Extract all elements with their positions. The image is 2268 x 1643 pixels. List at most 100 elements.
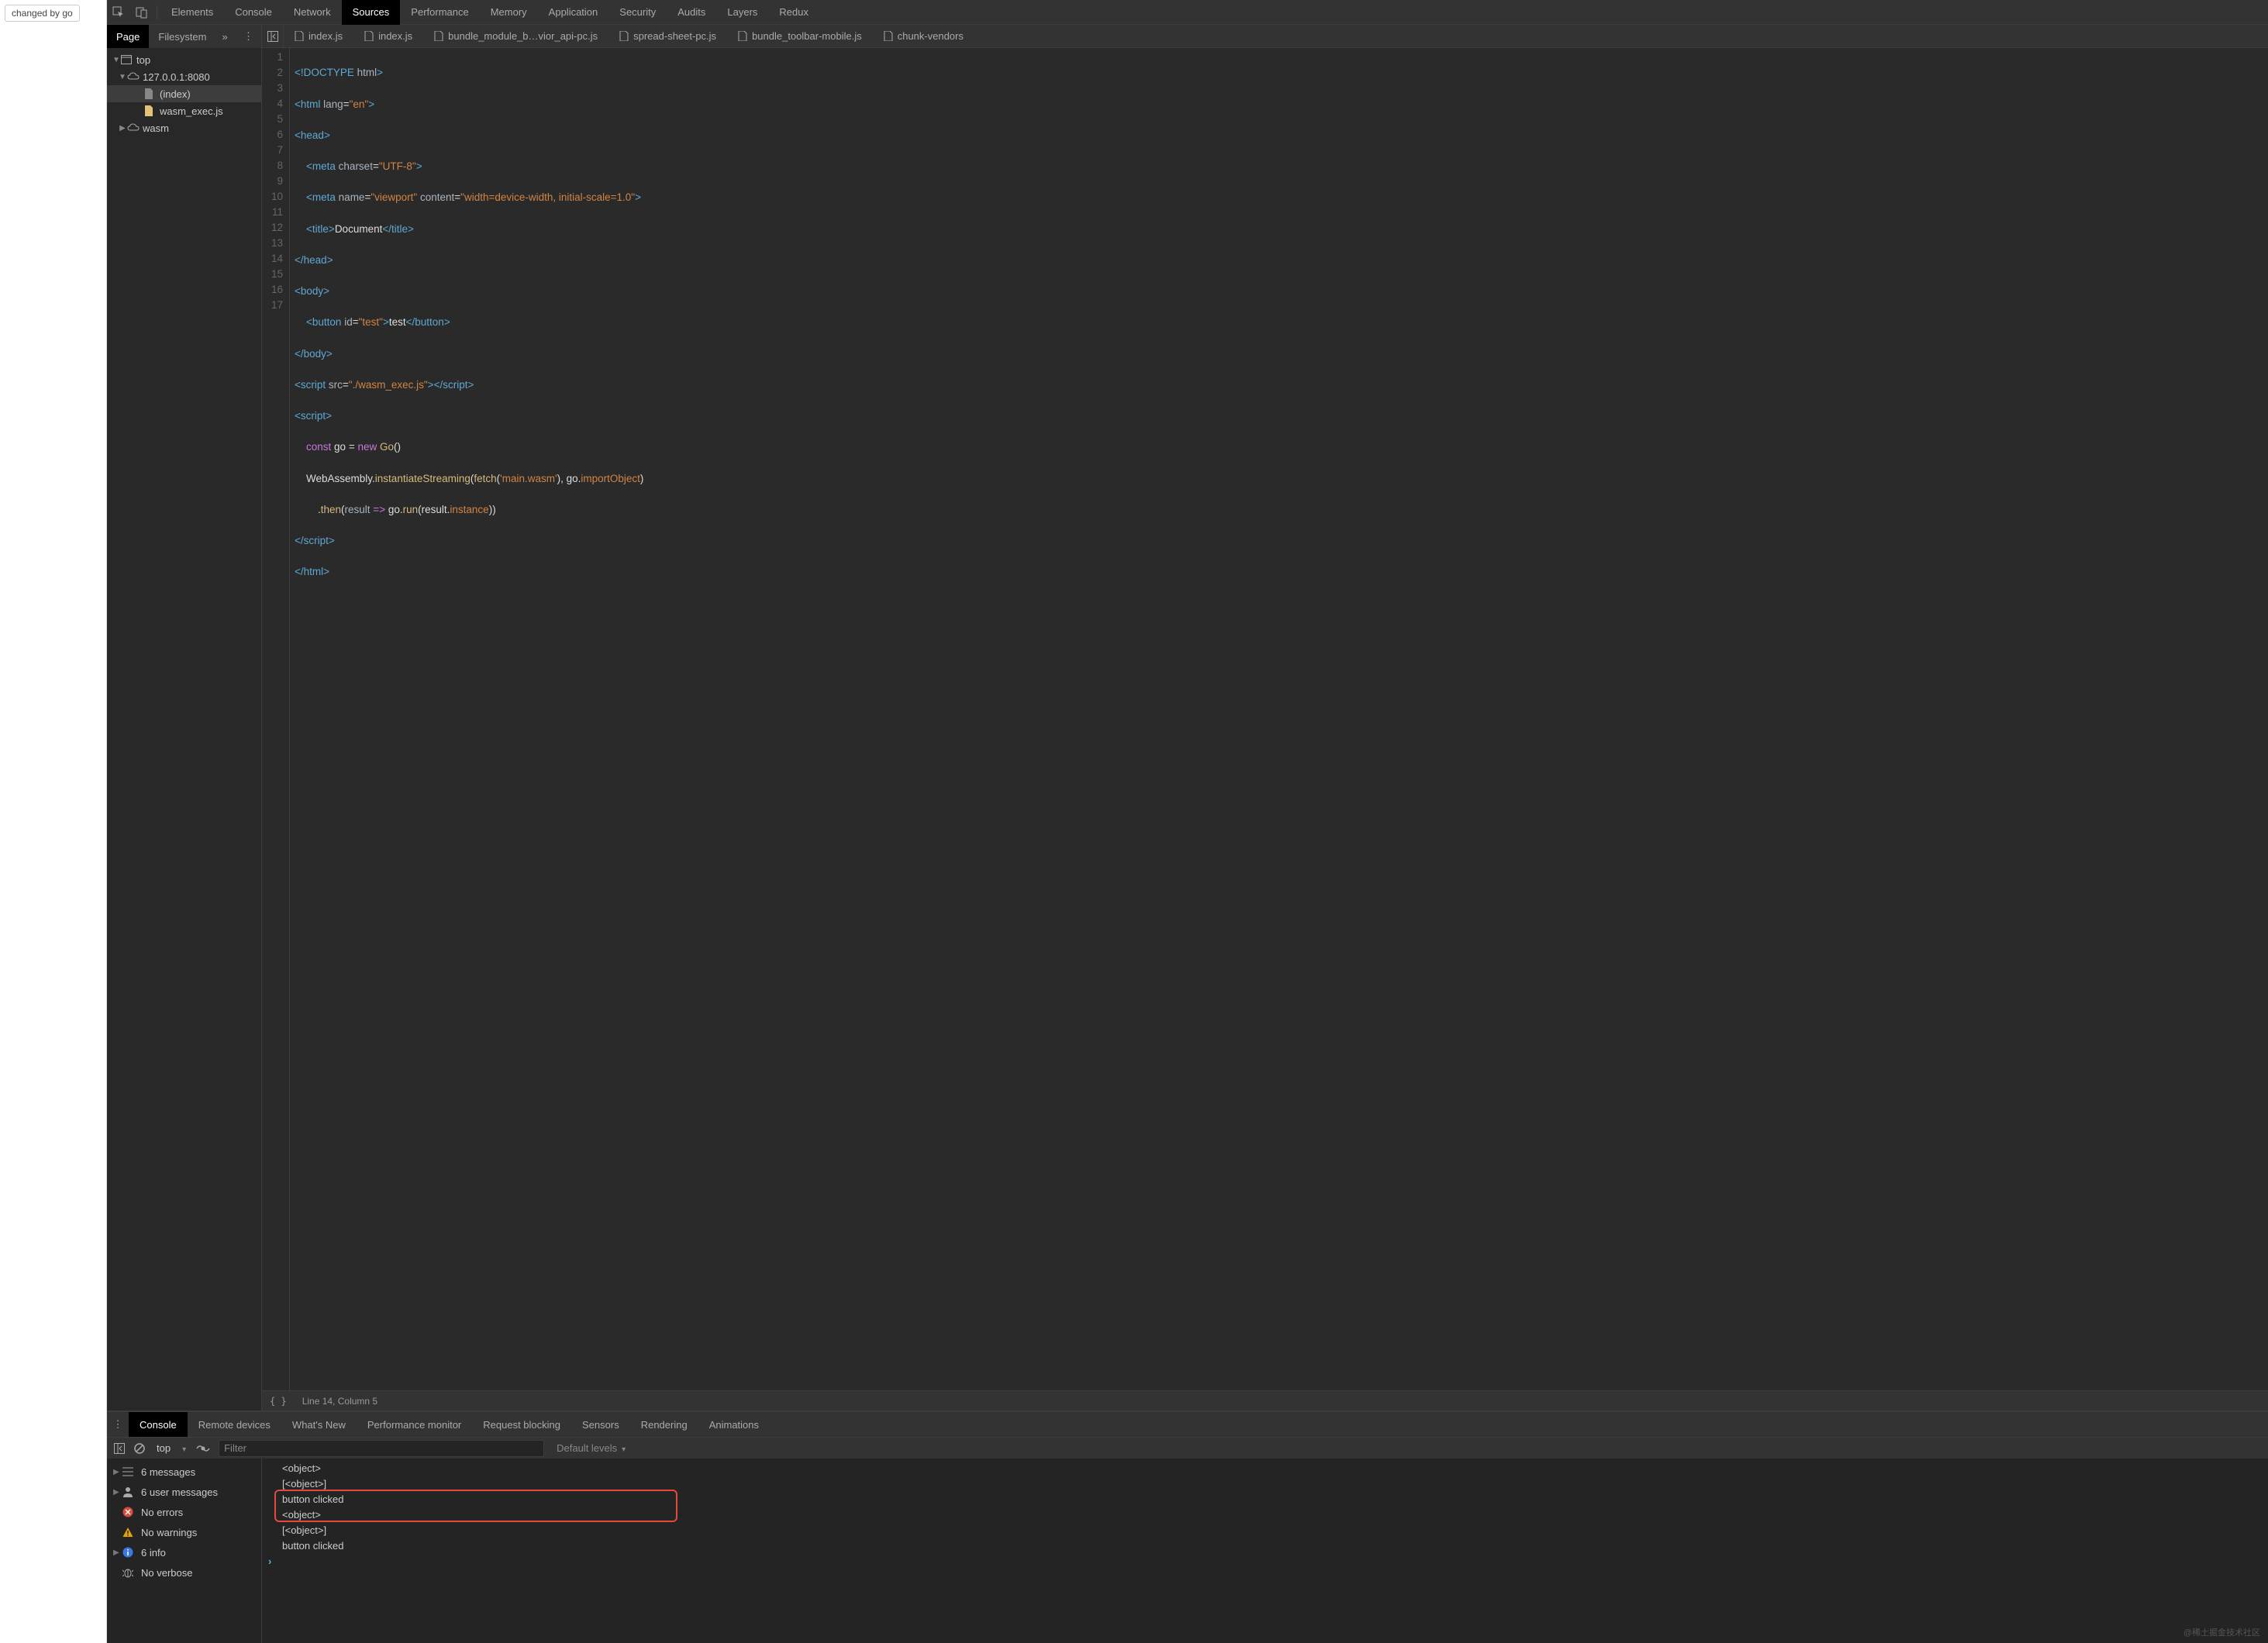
drawer-tab-animations[interactable]: Animations <box>698 1412 770 1437</box>
drawer-tab-request-blocking[interactable]: Request blocking <box>472 1412 571 1437</box>
file-icon <box>619 31 629 41</box>
user-icon <box>122 1486 138 1497</box>
devtools-main-tabs: ElementsConsoleNetworkSourcesPerformance… <box>107 0 2268 25</box>
drawer-tab-sensors[interactable]: Sensors <box>571 1412 630 1437</box>
console-sidebar: ▶6 messages▶6 user messagesNo errorsNo w… <box>107 1459 262 1643</box>
clear-console-icon[interactable] <box>130 1439 149 1458</box>
file-icon <box>884 31 893 41</box>
main-tab-application[interactable]: Application <box>538 0 609 25</box>
main-tab-redux[interactable]: Redux <box>768 0 819 25</box>
code-content: <!DOCTYPE html> <html lang="en"> <head> … <box>290 48 2268 1390</box>
list-icon <box>122 1467 138 1476</box>
debug-icon <box>122 1567 138 1578</box>
info-icon <box>122 1547 138 1558</box>
console-filter-input[interactable]: Filter <box>219 1440 544 1457</box>
cursor-position: Line 14, Column 5 <box>302 1396 377 1407</box>
live-expression-icon[interactable] <box>194 1439 212 1458</box>
editor-tab[interactable]: bundle_module_b…vior_api-pc.js <box>423 25 608 48</box>
drawer-tab-console[interactable]: Console <box>129 1412 188 1437</box>
js-file-icon <box>144 105 158 116</box>
main-tab-memory[interactable]: Memory <box>480 0 538 25</box>
cloud-icon <box>127 123 141 133</box>
error-icon <box>122 1507 138 1517</box>
console-messages[interactable]: <object>[<object>]button clicked<object>… <box>262 1459 2268 1643</box>
tree-label: wasm_exec.js <box>160 105 223 117</box>
drawer-tab-performance-monitor[interactable]: Performance monitor <box>357 1412 472 1437</box>
file-icon <box>295 31 304 41</box>
navigator-more-icon[interactable]: ⋮ <box>236 30 261 43</box>
console-prompt[interactable]: › <box>262 1553 2268 1569</box>
file-tree: ▼ top ▼ 127.0.0.1:8080 <box>107 48 261 1410</box>
tree-label: wasm <box>143 122 169 134</box>
inspect-icon[interactable] <box>107 0 130 25</box>
line-gutter: 1234567891011121314151617 <box>262 48 290 1390</box>
file-icon <box>144 88 158 99</box>
main-tab-console[interactable]: Console <box>224 0 283 25</box>
console-message[interactable]: <object> <box>262 1460 2268 1476</box>
console-message[interactable]: button clicked <box>262 1538 2268 1553</box>
tree-wasm-folder[interactable]: ▶ wasm <box>107 119 261 136</box>
tree-wasm-exec[interactable]: wasm_exec.js <box>107 102 261 119</box>
pretty-print-icon[interactable]: { } <box>270 1396 287 1407</box>
tree-label: 127.0.0.1:8080 <box>143 71 210 83</box>
console-message[interactable]: button clicked <box>262 1491 2268 1507</box>
watermark: @稀土掘金技术社区 <box>2184 1626 2260 1638</box>
console-sidebar-item[interactable]: ▶6 info <box>107 1542 261 1562</box>
cloud-icon <box>127 72 141 81</box>
editor-tab[interactable]: index.js <box>284 25 353 48</box>
sources-navigator: Page Filesystem » ⋮ ▼ top ▼ <box>107 25 262 1410</box>
test-button[interactable]: changed by go <box>5 5 80 22</box>
log-levels-select[interactable]: Default levels <box>550 1442 632 1454</box>
editor-tab[interactable]: index.js <box>353 25 423 48</box>
tree-host[interactable]: ▼ 127.0.0.1:8080 <box>107 68 261 85</box>
toggle-sidebar-icon[interactable] <box>110 1439 129 1458</box>
editor-tab[interactable]: chunk-vendors <box>873 25 974 48</box>
code-editor[interactable]: 1234567891011121314151617 <!DOCTYPE html… <box>262 48 2268 1390</box>
console-sidebar-item[interactable]: No warnings <box>107 1522 261 1542</box>
console-drawer: ⋮ ConsoleRemote devicesWhat's NewPerform… <box>107 1410 2268 1643</box>
context-dropdown-icon[interactable] <box>180 1442 186 1454</box>
file-icon <box>364 31 374 41</box>
drawer-tabs: ⋮ ConsoleRemote devicesWhat's NewPerform… <box>107 1412 2268 1437</box>
file-icon <box>738 31 747 41</box>
warn-icon <box>122 1527 138 1538</box>
console-message[interactable]: <object> <box>262 1507 2268 1522</box>
console-sidebar-item[interactable]: No verbose <box>107 1562 261 1583</box>
file-icon <box>434 31 443 41</box>
drawer-more-icon[interactable]: ⋮ <box>107 1418 129 1431</box>
window-icon <box>121 55 135 64</box>
console-sidebar-item[interactable]: ▶6 user messages <box>107 1482 261 1502</box>
main-tab-performance[interactable]: Performance <box>400 0 479 25</box>
editor-tabs: index.jsindex.jsbundle_module_b…vior_api… <box>262 25 2268 48</box>
console-sidebar-item[interactable]: ▶6 messages <box>107 1462 261 1482</box>
console-message[interactable]: [<object>] <box>262 1476 2268 1491</box>
drawer-tab-rendering[interactable]: Rendering <box>630 1412 698 1437</box>
editor-tab[interactable]: bundle_toolbar-mobile.js <box>727 25 873 48</box>
devtools-panel: ElementsConsoleNetworkSourcesPerformance… <box>107 0 2268 1643</box>
main-tab-audits[interactable]: Audits <box>667 0 716 25</box>
main-tab-network[interactable]: Network <box>283 0 342 25</box>
more-tabs-chevron-icon[interactable]: » <box>216 31 234 43</box>
tab-filesystem[interactable]: Filesystem <box>149 25 215 48</box>
toggle-navigator-icon[interactable] <box>262 25 284 48</box>
tree-label: top <box>136 54 150 66</box>
drawer-tab-what-s-new[interactable]: What's New <box>281 1412 357 1437</box>
console-toolbar: top Filter Default levels <box>107 1437 2268 1459</box>
main-tab-elements[interactable]: Elements <box>160 0 224 25</box>
editor-panel: index.jsindex.jsbundle_module_b…vior_api… <box>262 25 2268 1410</box>
editor-tab[interactable]: spread-sheet-pc.js <box>608 25 727 48</box>
main-tab-security[interactable]: Security <box>608 0 667 25</box>
console-message[interactable]: [<object>] <box>262 1522 2268 1538</box>
editor-status-bar: { } Line 14, Column 5 <box>262 1390 2268 1410</box>
tree-top[interactable]: ▼ top <box>107 51 261 68</box>
tree-label: (index) <box>160 88 191 100</box>
main-tab-sources[interactable]: Sources <box>342 0 401 25</box>
drawer-tab-remote-devices[interactable]: Remote devices <box>188 1412 281 1437</box>
execution-context-select[interactable]: top <box>150 1442 177 1454</box>
console-sidebar-item[interactable]: No errors <box>107 1502 261 1522</box>
tab-page[interactable]: Page <box>107 25 149 48</box>
main-tab-layers[interactable]: Layers <box>716 0 768 25</box>
device-toggle-icon[interactable] <box>130 0 153 25</box>
tree-index[interactable]: (index) <box>107 85 261 102</box>
navigator-tabs: Page Filesystem » ⋮ <box>107 25 261 48</box>
